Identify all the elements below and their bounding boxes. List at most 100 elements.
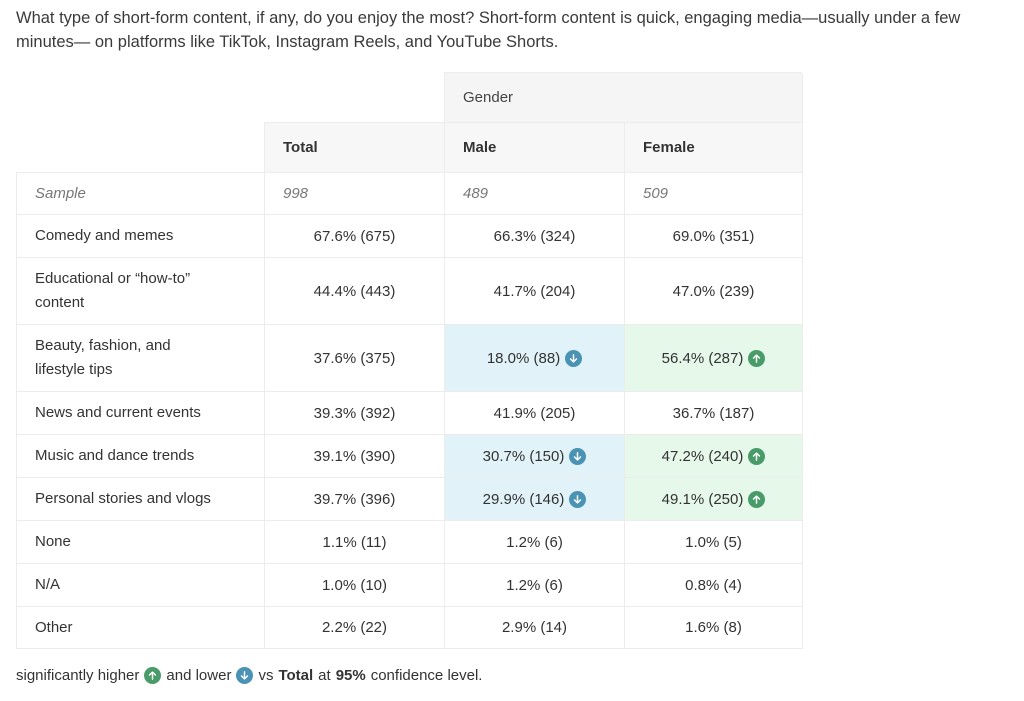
cell-value-wrap: 67.6% (675) bbox=[314, 228, 396, 245]
group-header-row: Gender bbox=[16, 72, 803, 122]
row-label: Beauty, fashion, and lifestyle tips bbox=[16, 324, 264, 391]
cell-value: 1.0% (10) bbox=[321, 576, 388, 594]
cell-value-wrap: 39.1% (390) bbox=[314, 448, 396, 465]
cell-value: 47.2% (240) bbox=[661, 447, 744, 465]
cell-value: 44.4% (443) bbox=[313, 282, 396, 300]
cell-value: 69.0% (351) bbox=[672, 227, 755, 245]
arrow-down-circle-icon bbox=[565, 349, 583, 367]
arrow-up-circle-icon bbox=[748, 490, 766, 508]
row-label: None bbox=[16, 520, 264, 563]
blank-total-group bbox=[264, 72, 444, 122]
cell-value: 66.3% (324) bbox=[493, 227, 576, 245]
cell-value-wrap: 1.2% (6) bbox=[506, 577, 563, 594]
cell-value: 1.2% (6) bbox=[506, 576, 563, 594]
cell-value: 47.0% (239) bbox=[672, 282, 755, 300]
row-label: News and current events bbox=[16, 391, 264, 434]
cell-value-wrap: 1.2% (6) bbox=[506, 534, 563, 551]
cell-male: 29.9% (146) bbox=[444, 477, 624, 520]
group-header-gender: Gender bbox=[444, 72, 803, 122]
cell-female: 49.1% (250) bbox=[624, 477, 803, 520]
table-row: Personal stories and vlogs 39.7% (396) 29.… bbox=[16, 477, 803, 520]
cell-value-wrap: 2.9% (14) bbox=[502, 619, 567, 636]
cell-value: 39.7% (396) bbox=[313, 490, 396, 508]
cell-male: 41.7% (204) bbox=[444, 257, 624, 324]
cell-value-wrap: 66.3% (324) bbox=[494, 228, 576, 245]
row-label: Personal stories and vlogs bbox=[16, 477, 264, 520]
cell-value: 1.1% (11) bbox=[322, 533, 387, 551]
cell-total: 1.1% (11) bbox=[264, 520, 444, 563]
row-label: Music and dance trends bbox=[16, 434, 264, 477]
cell-value-wrap: 1.0% (5) bbox=[685, 534, 742, 551]
column-header-row: Total Male Female bbox=[16, 122, 803, 172]
cell-value-wrap: 0.8% (4) bbox=[685, 577, 742, 594]
cell-total: 67.6% (675) bbox=[264, 214, 444, 257]
table-body: Sample 998 489 509 Comedy and memes 67.6%… bbox=[16, 172, 803, 649]
cell-value-wrap: 47.0% (239) bbox=[673, 283, 755, 300]
cell-total: 39.7% (396) bbox=[264, 477, 444, 520]
table-row: N/A 1.0% (10) 1.2% (6) 0.8% (4) bbox=[16, 563, 803, 606]
cell-male: 41.9% (205) bbox=[444, 391, 624, 434]
sample-total: 998 bbox=[264, 172, 444, 214]
sample-female: 509 bbox=[624, 172, 803, 214]
footnote-text-1: significantly higher bbox=[16, 667, 140, 684]
table-row: News and current events 39.3% (392) 41.9% … bbox=[16, 391, 803, 434]
cell-male: 1.2% (6) bbox=[444, 563, 624, 606]
cell-total: 39.1% (390) bbox=[264, 434, 444, 477]
cell-female: 1.0% (5) bbox=[624, 520, 803, 563]
cell-value-wrap: 18.0% (88) bbox=[487, 349, 583, 367]
row-label: N/A bbox=[16, 563, 264, 606]
blank-corner bbox=[16, 72, 264, 122]
cell-male: 1.2% (6) bbox=[444, 520, 624, 563]
arrow-up-circle-icon bbox=[748, 349, 766, 367]
row-label: Comedy and memes bbox=[16, 214, 264, 257]
cell-value-wrap: 30.7% (150) bbox=[483, 447, 587, 465]
cell-value-wrap: 37.6% (375) bbox=[314, 350, 396, 367]
cell-value: 41.9% (205) bbox=[493, 404, 576, 422]
column-header-total: Total bbox=[264, 122, 444, 172]
cell-value-wrap: 2.2% (22) bbox=[322, 619, 387, 636]
cell-value: 36.7% (187) bbox=[672, 404, 755, 422]
cell-total: 39.3% (392) bbox=[264, 391, 444, 434]
cell-value-wrap: 36.7% (187) bbox=[673, 405, 755, 422]
cell-female: 47.2% (240) bbox=[624, 434, 803, 477]
cell-value: 39.3% (392) bbox=[313, 404, 396, 422]
footnote-bold-confidence: 95% bbox=[335, 667, 366, 684]
sample-row: Sample 998 489 509 bbox=[16, 172, 803, 214]
cell-total: 2.2% (22) bbox=[264, 606, 444, 649]
cell-value: 37.6% (375) bbox=[313, 349, 396, 367]
cell-value-wrap: 69.0% (351) bbox=[673, 228, 755, 245]
footnote-bold-total: Total bbox=[278, 667, 314, 684]
table-row: Other 2.2% (22) 2.9% (14) 1.6% (8) bbox=[16, 606, 803, 649]
arrow-down-circle-icon bbox=[569, 490, 587, 508]
cell-value-wrap: 41.7% (204) bbox=[494, 283, 576, 300]
sample-label: Sample bbox=[16, 172, 264, 214]
cell-value-wrap: 1.1% (11) bbox=[323, 534, 387, 551]
cell-value: 1.0% (5) bbox=[685, 533, 742, 551]
arrow-down-circle-icon bbox=[236, 667, 254, 684]
row-label: Educational or “how-to” content bbox=[16, 257, 264, 324]
footnote-text-2: and lower bbox=[166, 667, 232, 684]
cell-female: 69.0% (351) bbox=[624, 214, 803, 257]
question-text: What type of short-form content, if any,… bbox=[16, 9, 961, 51]
cell-value: 29.9% (146) bbox=[482, 490, 565, 508]
cell-value: 67.6% (675) bbox=[313, 227, 396, 245]
cell-value: 0.8% (4) bbox=[685, 576, 742, 594]
cell-value-wrap: 1.0% (10) bbox=[322, 577, 387, 594]
significance-footnote: significantly higher and lower vs Total … bbox=[16, 667, 482, 684]
cell-value-wrap: 1.6% (8) bbox=[685, 619, 742, 636]
cell-female: 1.6% (8) bbox=[624, 606, 803, 649]
cell-female: 36.7% (187) bbox=[624, 391, 803, 434]
cell-value-wrap: 56.4% (287) bbox=[662, 349, 766, 367]
row-label: Other bbox=[16, 606, 264, 649]
cell-value: 41.7% (204) bbox=[493, 282, 576, 300]
cell-total: 44.4% (443) bbox=[264, 257, 444, 324]
footnote-text-3: vs bbox=[258, 667, 274, 684]
cell-value-wrap: 39.7% (396) bbox=[314, 491, 396, 508]
blank-label-header bbox=[16, 122, 264, 172]
cell-female: 56.4% (287) bbox=[624, 324, 803, 391]
cell-value: 1.2% (6) bbox=[506, 533, 563, 551]
table-row: Comedy and memes 67.6% (675) 66.3% (324) 69… bbox=[16, 214, 803, 257]
table-row: Beauty, fashion, and lifestyle tips 37.6%… bbox=[16, 324, 803, 391]
cell-value-wrap: 39.3% (392) bbox=[314, 405, 396, 422]
cell-female: 0.8% (4) bbox=[624, 563, 803, 606]
